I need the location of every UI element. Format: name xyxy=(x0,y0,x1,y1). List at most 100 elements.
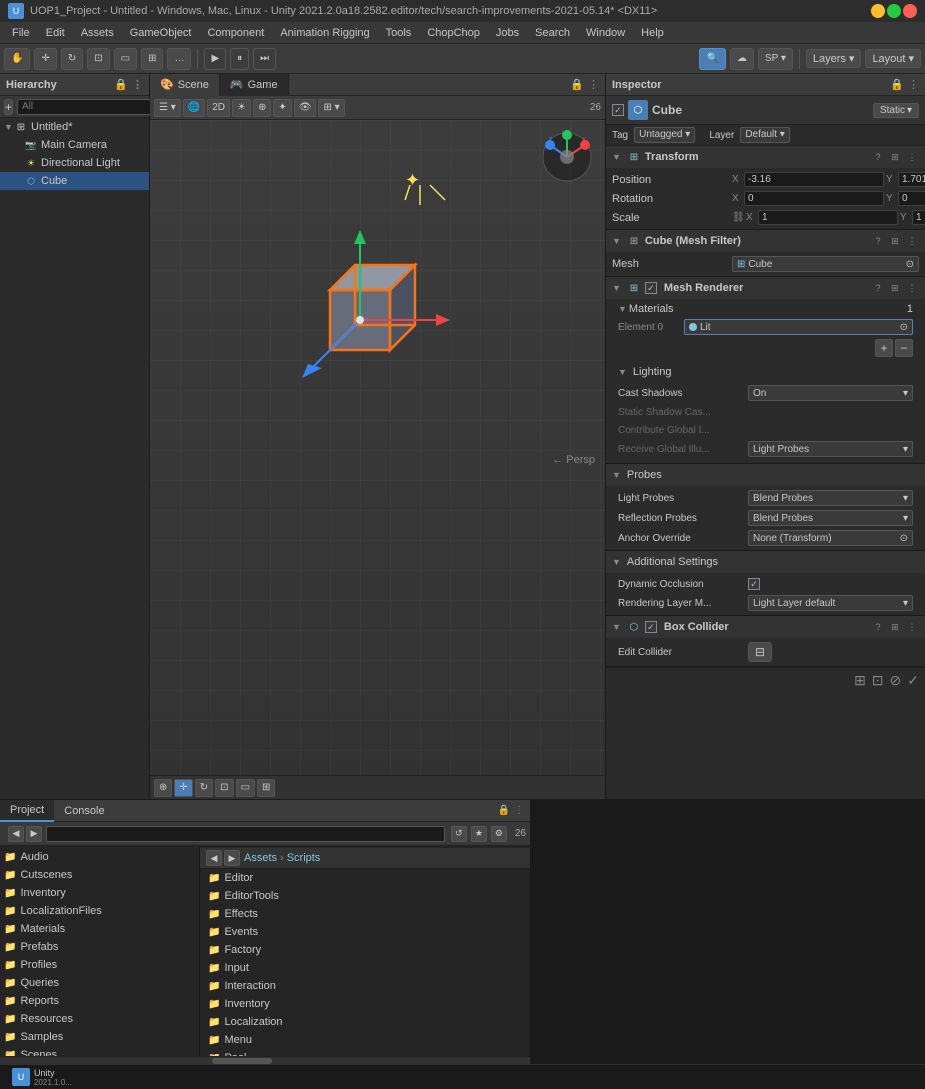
tree-item-inventory[interactable]: 📁 Inventory xyxy=(0,884,199,902)
tree-item-prefabs[interactable]: 📁 Prefabs xyxy=(0,938,199,956)
edit-collider-button[interactable]: ⊟ xyxy=(748,642,772,662)
rotate-tool-button[interactable]: ↻ xyxy=(61,48,83,70)
favorites-button[interactable]: ★ xyxy=(471,826,487,842)
transform-tool-button[interactable]: ⊞ xyxy=(141,48,163,70)
scale-x-input[interactable] xyxy=(758,210,898,225)
file-item-editortools[interactable]: 📁 EditorTools xyxy=(200,887,530,905)
scene-menu-icon[interactable]: ⋮ xyxy=(588,78,599,91)
mesh-renderer-header[interactable]: ▼ ⊞ Mesh Renderer ? ⊞ ⋮ xyxy=(606,277,925,299)
layer-select[interactable]: Default ▾ xyxy=(740,127,790,143)
lighting-header[interactable]: ▼ Lighting xyxy=(612,361,919,383)
tree-item-reports[interactable]: 📁 Reports xyxy=(0,992,199,1010)
collab-button[interactable]: ☁ xyxy=(730,48,754,70)
material-0-select-icon[interactable]: ⊙ xyxy=(900,322,908,333)
tree-item-cutscenes[interactable]: 📁 Cutscenes xyxy=(0,866,199,884)
scene-transform-btn[interactable]: ⊞ xyxy=(257,779,275,797)
hierarchy-item-untitled[interactable]: ▼ ⊞ Untitled* xyxy=(0,118,149,136)
tree-item-queries[interactable]: 📁 Queries xyxy=(0,974,199,992)
search-settings-button[interactable]: ⚙ xyxy=(491,826,507,842)
project-scrollbar[interactable] xyxy=(0,1056,530,1064)
mesh-filter-header[interactable]: ▼ ⊞ Cube (Mesh Filter) ? ⊞ ⋮ xyxy=(606,230,925,252)
scene-rect-btn[interactable]: ▭ xyxy=(236,779,255,797)
hierarchy-add-button[interactable]: + xyxy=(4,99,13,115)
breadcrumb-assets[interactable]: Assets xyxy=(244,852,277,864)
tab-console[interactable]: Console xyxy=(54,800,114,822)
scale-tool-button[interactable]: ⊡ xyxy=(87,48,109,70)
mesh-renderer-active-checkbox[interactable] xyxy=(645,282,657,294)
tab-scene[interactable]: 🎨 Scene xyxy=(150,74,220,96)
anchor-override-field[interactable]: None (Transform) ⊙ xyxy=(748,530,913,546)
tree-item-scenes[interactable]: 📁 Scenes xyxy=(0,1046,199,1056)
mesh-renderer-help-icon[interactable]: ? xyxy=(871,281,885,295)
tab-game[interactable]: 🎮 Game xyxy=(220,74,289,96)
tab-project[interactable]: Project xyxy=(0,800,54,822)
hand-tool-button[interactable]: ✋ xyxy=(4,48,30,70)
account-button[interactable]: SP ▾ xyxy=(758,48,793,70)
project-search-input[interactable] xyxy=(46,826,445,842)
layout-button[interactable]: Layout ▾ xyxy=(865,49,921,68)
mesh-select-icon[interactable]: ⊙ xyxy=(906,259,914,270)
project-menu-icon[interactable]: ⋮ xyxy=(514,805,524,816)
mesh-renderer-menu-icon[interactable]: ⋮ xyxy=(905,281,919,295)
inspector-audio-icon[interactable]: ⊡ xyxy=(872,672,884,689)
hierarchy-item-maincamera[interactable]: 📷 Main Camera xyxy=(0,136,149,154)
files-back-button[interactable]: ◀ xyxy=(206,850,222,866)
object-active-checkbox[interactable] xyxy=(612,104,624,116)
rotation-y-input[interactable] xyxy=(898,191,925,206)
refresh-button[interactable]: ↺ xyxy=(451,826,467,842)
scene-light-button[interactable]: ☀ xyxy=(232,99,251,117)
scene-pivot-btn[interactable]: ⊕ xyxy=(154,779,172,797)
box-collider-settings-icon[interactable]: ⊞ xyxy=(888,620,902,634)
hierarchy-menu-icon[interactable]: ⋮ xyxy=(132,78,143,91)
menu-chopchop[interactable]: ChopChop xyxy=(419,25,488,41)
file-item-input[interactable]: 📁 Input xyxy=(200,959,530,977)
scene-scale-btn[interactable]: ⊡ xyxy=(215,779,233,797)
rendering-layer-dropdown[interactable]: Light Layer default ▾ xyxy=(748,595,913,611)
inspector-lock-icon[interactable]: 🔒 xyxy=(890,78,904,91)
tree-item-audio[interactable]: 📁 Audio xyxy=(0,848,199,866)
mesh-filter-help-icon[interactable]: ? xyxy=(871,234,885,248)
menu-search[interactable]: Search xyxy=(527,25,578,41)
menu-file[interactable]: File xyxy=(4,25,38,41)
tree-item-localizationfiles[interactable]: 📁 LocalizationFiles xyxy=(0,902,199,920)
scene-draw-mode-button[interactable]: ☰ ▾ xyxy=(154,99,181,117)
taskbar-unity-app[interactable]: U Unity 2021.1.0... xyxy=(4,1066,80,1089)
menu-animation-rigging[interactable]: Animation Rigging xyxy=(272,25,377,41)
file-item-inventory[interactable]: 📁 Inventory xyxy=(200,995,530,1013)
menu-jobs[interactable]: Jobs xyxy=(488,25,527,41)
material-add-button[interactable]: + xyxy=(875,339,893,357)
probes-header[interactable]: ▼ Probes xyxy=(606,464,925,486)
box-collider-header[interactable]: ▼ ⬡ Box Collider ? ⊞ ⋮ xyxy=(606,616,925,638)
layers-button[interactable]: Layers ▾ xyxy=(806,49,862,68)
step-button[interactable]: ⏭ xyxy=(253,48,276,70)
scene-viewport[interactable]: ✦ xyxy=(150,120,605,799)
box-collider-active-checkbox[interactable] xyxy=(645,621,657,633)
hierarchy-item-cube[interactable]: ⬡ Cube xyxy=(0,172,149,190)
dynamic-occlusion-checkbox[interactable] xyxy=(748,578,760,590)
file-item-effects[interactable]: 📁 Effects xyxy=(200,905,530,923)
menu-tools[interactable]: Tools xyxy=(378,25,420,41)
file-item-editor[interactable]: 📁 Editor xyxy=(200,869,530,887)
menu-edit[interactable]: Edit xyxy=(38,25,73,41)
rect-tool-button[interactable]: ▭ xyxy=(114,48,137,70)
scene-gizmos-button[interactable]: ⊞ ▾ xyxy=(318,99,344,117)
inspector-scroll-area[interactable]: ⬡ Cube Static ▾ Tag Untagged ▾ Layer Def… xyxy=(606,96,925,799)
light-probes-dropdown[interactable]: Blend Probes ▾ xyxy=(748,490,913,506)
search-icon-toolbar[interactable]: 🔍 xyxy=(699,48,725,70)
file-item-pool[interactable]: 📁 Pool xyxy=(200,1049,530,1056)
transform-header[interactable]: ▼ ⊞ Transform ? ⊞ ⋮ xyxy=(606,146,925,168)
inspector-menu-icon[interactable]: ⋮ xyxy=(908,78,919,91)
menu-window[interactable]: Window xyxy=(578,25,633,41)
cast-shadows-dropdown[interactable]: On ▾ xyxy=(748,385,913,401)
position-y-input[interactable] xyxy=(898,172,925,187)
transform-help-icon[interactable]: ? xyxy=(871,150,885,164)
menu-help[interactable]: Help xyxy=(633,25,672,41)
tree-item-resources[interactable]: 📁 Resources xyxy=(0,1010,199,1028)
tag-select[interactable]: Untagged ▾ xyxy=(634,127,695,143)
menu-assets[interactable]: Assets xyxy=(73,25,122,41)
nav-back-button[interactable]: ◀ xyxy=(8,826,24,842)
box-collider-menu-icon[interactable]: ⋮ xyxy=(905,620,919,634)
reflection-probes-dropdown[interactable]: Blend Probes ▾ xyxy=(748,510,913,526)
file-item-menu[interactable]: 📁 Menu xyxy=(200,1031,530,1049)
mesh-filter-settings-icon[interactable]: ⊞ xyxy=(888,234,902,248)
